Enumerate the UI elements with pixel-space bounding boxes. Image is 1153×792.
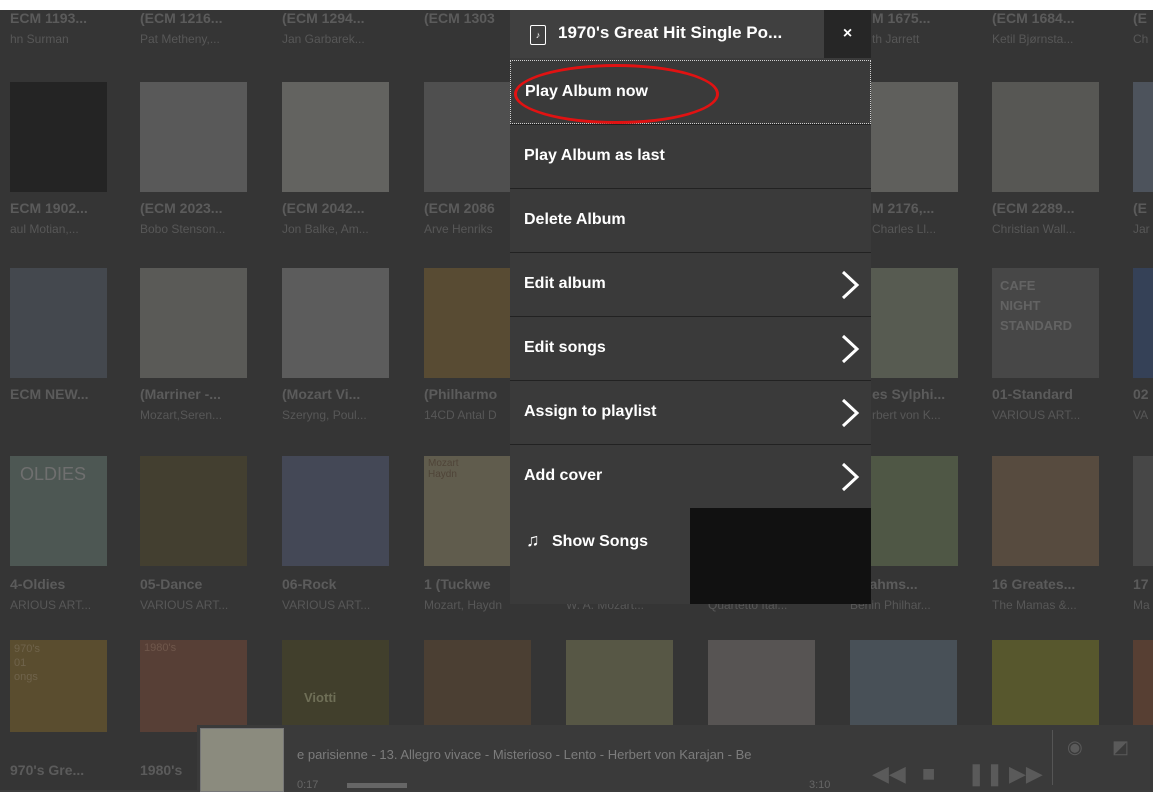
music-note-icon: ♫ <box>526 530 540 550</box>
menu-item-edit-songs[interactable]: Edit songs <box>510 316 871 380</box>
stop-icon[interactable]: ■ <box>922 761 935 787</box>
audio-file-icon: ♪ <box>530 25 546 45</box>
menu-item-delete-album[interactable]: Delete Album <box>510 188 871 252</box>
menu-item-label: Add cover <box>524 467 603 484</box>
close-button[interactable]: × <box>824 10 871 58</box>
chevron-right-icon <box>841 398 860 428</box>
progress-bar[interactable] <box>347 783 407 788</box>
next-icon[interactable]: ▶▶ <box>1009 761 1043 787</box>
elapsed-time: 0:17 <box>297 779 319 791</box>
now-playing-cover[interactable] <box>200 728 284 792</box>
menu-item-play-album-as-last[interactable]: Play Album as last <box>510 124 871 188</box>
chevron-right-icon <box>841 270 860 300</box>
previous-icon[interactable]: ◀◀ <box>872 761 906 787</box>
menu-header: ♪ 1970's Great Hit Single Po... <box>510 10 824 58</box>
top-strip <box>0 0 1153 10</box>
menu-item-add-cover[interactable]: Add cover <box>510 444 871 508</box>
menu-empty-slot <box>690 508 871 604</box>
menu-item-label: Edit album <box>524 275 606 292</box>
menu-item-edit-album[interactable]: Edit album <box>510 252 871 316</box>
total-time: 3:10 <box>809 779 831 791</box>
menu-item-label: Play Album as last <box>524 147 665 164</box>
fullscreen-icon[interactable]: ◩ <box>1112 737 1129 758</box>
highlight-ring <box>514 64 719 124</box>
player-bar: e parisienne - 13. Allegro vivace - Mist… <box>197 725 1153 792</box>
menu-title: 1970's Great Hit Single Po... <box>558 23 783 42</box>
divider <box>1052 730 1053 785</box>
now-playing-marquee: e parisienne - 13. Allegro vivace - Mist… <box>297 747 752 762</box>
menu-item-assign-to-playlist[interactable]: Assign to playlist <box>510 380 871 444</box>
menu-item-label: Edit songs <box>524 339 606 356</box>
menu-item-label: Delete Album <box>524 211 626 228</box>
menu-item-label: Assign to playlist <box>524 403 657 420</box>
show-songs-button[interactable]: ♫ Show Songs <box>510 508 690 604</box>
pause-icon[interactable]: ❚❚ <box>967 761 1004 787</box>
repeat-icon[interactable]: ◉ <box>1067 737 1083 758</box>
show-songs-label: Show Songs <box>552 533 648 550</box>
chevron-right-icon <box>841 462 860 492</box>
chevron-right-icon <box>841 334 860 364</box>
